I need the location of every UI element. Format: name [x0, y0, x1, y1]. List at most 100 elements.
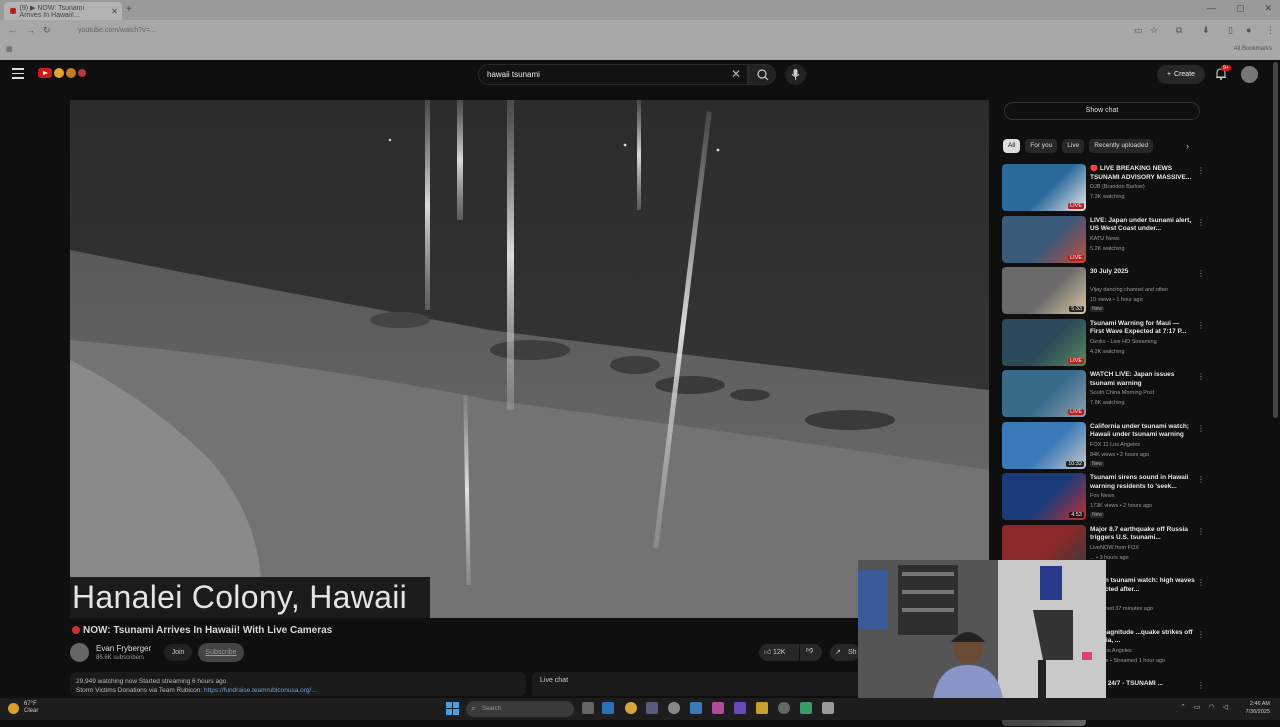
cast-icon[interactable]: ▭	[1134, 25, 1143, 36]
profile-icon[interactable]: ●	[1246, 25, 1251, 35]
all-bookmarks[interactable]: All Bookmarks	[1234, 46, 1272, 52]
recommendation-title[interactable]: Tsunami Warning for Maui — First Wave Ex…	[1090, 320, 1195, 337]
store-icon[interactable]	[646, 702, 658, 714]
live-chat-panel[interactable]: Live chat	[532, 672, 862, 696]
sidepanel-icon[interactable]: ▯	[1228, 25, 1233, 36]
more-options-icon[interactable]: ⋮	[1197, 166, 1205, 175]
recommendation-thumbnail[interactable]: 4:53	[1002, 473, 1086, 520]
recommendation-title[interactable]: California under tsunami watch; Hawaii u…	[1090, 423, 1195, 440]
new-tab-icon[interactable]: +	[126, 4, 132, 15]
more-options-icon[interactable]: ⋮	[1197, 475, 1205, 484]
chip-for-you[interactable]: For you	[1025, 139, 1058, 153]
clear-search-icon[interactable]: ✕	[731, 67, 741, 81]
recommendation-thumbnail[interactable]: LIVE	[1002, 164, 1086, 211]
network-icon[interactable]: ▭	[1194, 703, 1201, 711]
weather-widget[interactable]: 67°F Clear	[8, 701, 38, 715]
app-icon[interactable]	[822, 702, 834, 714]
recommendation-title[interactable]: LIVE: Japan under tsunami alert, US West…	[1090, 217, 1195, 234]
recommendation-channel[interactable]: KATU News	[1090, 236, 1195, 242]
chip-all[interactable]: All	[1003, 139, 1021, 153]
share-button[interactable]: ↗ Sh	[830, 644, 860, 661]
tab-close-icon[interactable]: ✕	[111, 7, 118, 16]
recommendation-title[interactable]: 30 July 2025	[1090, 268, 1195, 277]
donation-link[interactable]: https://fundraise.teamrubiconusa.org/...	[204, 687, 317, 694]
show-chat-button[interactable]: Show chat	[1004, 102, 1200, 120]
task-view-icon[interactable]	[582, 702, 594, 714]
more-options-icon[interactable]: ⋮	[1197, 424, 1205, 433]
volume-icon[interactable]: ◁	[1223, 703, 1228, 711]
windows-start-icon[interactable]	[446, 702, 459, 715]
chip-live[interactable]: Live	[1062, 139, 1085, 153]
recommendation-item[interactable]: LIVE LIVE: Japan under tsunami alert, US …	[1002, 215, 1205, 264]
join-button[interactable]: Join	[164, 644, 192, 661]
recommendation-item[interactable]: 5:33 30 July 2025 Vijay dancing channel an…	[1002, 267, 1205, 315]
more-options-icon[interactable]: ⋮	[1197, 372, 1205, 381]
youtube-logo[interactable]	[38, 68, 86, 78]
recommendation-channel[interactable]: Vijay dancing channel and other	[1090, 287, 1195, 293]
wifi-icon[interactable]: ◠	[1209, 703, 1215, 711]
chevron-right-icon[interactable]: ›	[1186, 141, 1189, 151]
chevron-up-icon[interactable]: ⌃	[1180, 703, 1186, 711]
recommendation-item[interactable]: 4:53 Tsunami sirens sound in Hawaii warni…	[1002, 473, 1205, 521]
recommendation-item[interactable]: LIVE WATCH LIVE: Japan issues tsunami war…	[1002, 370, 1205, 418]
taskbar-clock[interactable]: 2:46 AM 7/30/2025	[1236, 700, 1270, 716]
recommendation-channel[interactable]: Fox News	[1090, 493, 1195, 499]
chip-recently-uploaded[interactable]: Recently uploaded	[1089, 139, 1154, 153]
video-player[interactable]	[70, 100, 989, 618]
recommendation-channel[interactable]: LiveNOW from FOX	[1090, 545, 1195, 551]
browser-menu-icon[interactable]: ⋮	[1266, 25, 1275, 36]
search-input[interactable]: hawaii tsunami	[478, 64, 748, 85]
app-icon[interactable]	[668, 702, 680, 714]
recommendation-title[interactable]: 🔴 LIVE BREAKING NEWS TSUNAMI ADVISORY MA…	[1090, 165, 1195, 182]
recommendation-item[interactable]: 10:32 California under tsunami watch; Haw…	[1002, 421, 1205, 470]
more-options-icon[interactable]: ⋮	[1197, 321, 1205, 330]
photos-icon[interactable]	[712, 702, 724, 714]
more-options-icon[interactable]: ⋮	[1197, 527, 1205, 536]
recommendation-title[interactable]: WATCH LIVE: Japan issues tsunami warning	[1090, 371, 1195, 388]
more-options-icon[interactable]: ⋮	[1197, 218, 1205, 227]
more-options-icon[interactable]: ⋮	[1197, 269, 1205, 278]
browser-tab[interactable]: (9) ▶ NOW: Tsunami Arrives In Hawaii!...…	[4, 2, 122, 20]
file-explorer-icon[interactable]	[756, 702, 768, 714]
account-avatar[interactable]	[1241, 66, 1258, 83]
recommendation-item[interactable]: LIVE 🔴 LIVE BREAKING NEWS TSUNAMI ADVISOR…	[1002, 164, 1205, 212]
more-options-icon[interactable]: ⋮	[1197, 681, 1205, 690]
chrome-icon[interactable]	[625, 702, 637, 714]
recommendation-item[interactable]: LIVE Tsunami Warning for Maui — First Wav…	[1002, 318, 1205, 367]
more-options-icon[interactable]: ⋮	[1197, 630, 1205, 639]
recommendation-thumbnail[interactable]: LIVE	[1002, 370, 1086, 417]
settings-gear-icon[interactable]	[778, 702, 790, 714]
recommendation-channel[interactable]: DJB (Brandon Barlow)	[1090, 184, 1195, 190]
subscribe-button[interactable]: Subscribe	[198, 643, 244, 662]
search-button[interactable]	[748, 64, 776, 85]
recommendation-thumbnail[interactable]: LIVE	[1002, 215, 1086, 263]
recommendation-thumbnail[interactable]: LIVE	[1002, 318, 1086, 366]
recommendation-thumbnail[interactable]: 5:33	[1002, 267, 1086, 314]
url-field[interactable]: youtube.com/watch?v=...	[62, 24, 1122, 38]
notepad-icon[interactable]	[690, 702, 702, 714]
bookmark-star-icon[interactable]: ☆	[1150, 25, 1158, 36]
channel-name[interactable]: Evan Fryberger	[96, 644, 151, 653]
channel-avatar[interactable]	[70, 643, 89, 662]
like-button[interactable]: 👍︎ 12K	[759, 644, 799, 661]
recommendation-title[interactable]: Major 8.7 earthquake off Russia triggers…	[1090, 526, 1195, 543]
recommendation-channel[interactable]: Ozolio - Live HD Streaming	[1090, 339, 1195, 345]
downloads-icon[interactable]: ⬇	[1202, 25, 1210, 36]
taskbar-search[interactable]: ⌕ Search	[466, 701, 574, 717]
back-icon[interactable]: ←	[8, 25, 17, 35]
recommendation-thumbnail[interactable]: 10:32	[1002, 421, 1086, 469]
recommendation-channel[interactable]: South China Morning Post	[1090, 390, 1195, 396]
minimize-icon[interactable]: —	[1207, 3, 1216, 14]
obs-icon[interactable]	[800, 702, 812, 714]
discord-icon[interactable]	[734, 702, 746, 714]
apps-icon[interactable]: ▦	[6, 45, 13, 53]
recommendation-title[interactable]: Tsunami sirens sound in Hawaii warning r…	[1090, 474, 1195, 491]
edge-icon[interactable]	[602, 702, 614, 714]
reload-icon[interactable]: ↻	[43, 25, 51, 36]
maximize-icon[interactable]: ▢	[1236, 3, 1245, 14]
page-scrollbar[interactable]	[1273, 62, 1278, 418]
more-options-icon[interactable]: ⋮	[1197, 578, 1205, 587]
hamburger-menu-icon[interactable]	[12, 68, 24, 80]
voice-search-button[interactable]	[785, 64, 806, 85]
extensions-icon[interactable]: ⧉	[1176, 25, 1182, 36]
